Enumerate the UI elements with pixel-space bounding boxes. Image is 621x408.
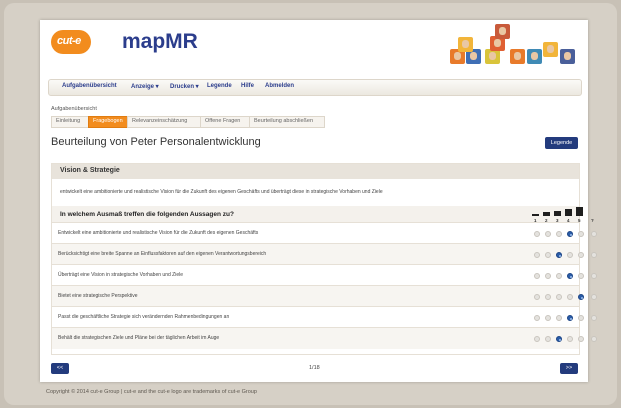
- rating-radio-2[interactable]: [545, 294, 551, 300]
- section-description: entwickelt eine ambitionierte und realis…: [60, 189, 383, 195]
- statement-text: Passt die geschäftliche Strategie sich v…: [58, 314, 230, 320]
- rating-radio-5[interactable]: [578, 273, 584, 279]
- statement-text: Berücksichtigt eine breite Spanne an Ein…: [58, 251, 267, 257]
- app-title: mapMR: [122, 30, 198, 53]
- rating-radio-1[interactable]: [534, 336, 540, 342]
- next-page-button[interactable]: >>: [560, 363, 578, 374]
- statement-text: Behält die strategischen Ziele und Pläne…: [58, 335, 220, 341]
- main-nav: Aufgabenübersicht Anzeige ▾ Drucken ▾ Le…: [48, 79, 582, 96]
- step-relevanzeinschaetzung[interactable]: Relevanzeinschätzung: [127, 116, 201, 128]
- statement-text: Entwickelt eine ambitionierte und realis…: [58, 230, 259, 236]
- step-beurteilung-abschliessen[interactable]: Beurteilung abschließen: [249, 116, 325, 128]
- cube-icon: [543, 42, 558, 57]
- cube-icon: [485, 49, 500, 64]
- rating-radio-3[interactable]: [556, 273, 562, 279]
- nav-hilfe[interactable]: Hilfe: [241, 83, 254, 89]
- logo-text: cut-e: [57, 35, 81, 47]
- cube-icon: [495, 24, 510, 39]
- rating-radio-5[interactable]: [578, 315, 584, 321]
- rating-radio-5[interactable]: [578, 231, 584, 237]
- section-header: Vision & Strategie: [52, 164, 579, 179]
- rating-radio-3[interactable]: [556, 336, 562, 342]
- scale-label: ?: [591, 218, 594, 223]
- rating-radio-unknown[interactable]: [591, 252, 597, 258]
- rating-radio-2[interactable]: [545, 315, 551, 321]
- rating-radio-unknown[interactable]: [591, 231, 597, 237]
- question-row: Entwickelt eine ambitionierte und realis…: [52, 222, 597, 244]
- rating-radio-unknown[interactable]: [591, 336, 597, 342]
- rating-radio-unknown[interactable]: [591, 273, 597, 279]
- rating-radio-4[interactable]: [567, 336, 573, 342]
- cube-icon: [560, 49, 575, 64]
- question-header: In welchem Ausmaß treffen die folgenden …: [52, 206, 594, 223]
- rating-radio-1[interactable]: [534, 315, 540, 321]
- nav-aufgabenuebersicht[interactable]: Aufgabenübersicht: [62, 83, 117, 89]
- header: cut-e mapMR: [40, 20, 588, 75]
- main-page: cut-e mapMR Aufgabenübersicht Anzeige ▾ …: [40, 20, 597, 382]
- rating-radio-5[interactable]: [578, 294, 584, 300]
- rating-radio-1[interactable]: [534, 252, 540, 258]
- rating-radio-5[interactable]: [578, 252, 584, 258]
- nav-abmelden[interactable]: Abmelden: [265, 83, 294, 89]
- nav-legende[interactable]: Legende: [207, 83, 232, 89]
- rating-radio-2[interactable]: [545, 231, 551, 237]
- rating-radio-4[interactable]: [567, 252, 573, 258]
- rating-radio-4[interactable]: [567, 294, 573, 300]
- rating-radio-3[interactable]: [556, 315, 562, 321]
- page-title: Beurteilung von Peter Personalentwicklun…: [51, 136, 261, 148]
- question-row: Überträgt eine Vision in strategische Vo…: [52, 264, 597, 286]
- rating-radio-3[interactable]: [556, 231, 562, 237]
- cube-icon: [458, 37, 473, 52]
- question-text: In welchem Ausmaß treffen die folgenden …: [60, 211, 234, 218]
- rating-radio-4[interactable]: [567, 315, 573, 321]
- step-einleitung[interactable]: Einleitung: [51, 116, 89, 128]
- rating-radio-1[interactable]: [534, 294, 540, 300]
- rating-radio-2[interactable]: [545, 273, 551, 279]
- rating-radio-4[interactable]: [567, 231, 573, 237]
- legend-button[interactable]: Legende: [545, 137, 578, 149]
- rating-radio-2[interactable]: [545, 336, 551, 342]
- step-fragebogen[interactable]: Fragebogen: [88, 116, 128, 128]
- prev-page-button[interactable]: <<: [51, 363, 69, 374]
- rating-radio-5[interactable]: [578, 336, 584, 342]
- step-offene-fragen[interactable]: Offene Fragen: [200, 116, 250, 128]
- section-title: Vision & Strategie: [60, 167, 120, 174]
- rating-radio-3[interactable]: [556, 252, 562, 258]
- question-row: Passt die geschäftliche Strategie sich v…: [52, 306, 597, 328]
- rating-radio-1[interactable]: [534, 273, 540, 279]
- rating-radio-unknown[interactable]: [591, 315, 597, 321]
- question-panel: Vision & Strategie entwickelt eine ambit…: [51, 163, 597, 355]
- rating-radio-4[interactable]: [567, 273, 573, 279]
- rating-radio-unknown[interactable]: [591, 294, 597, 300]
- pagination: << 1/18 >>: [51, 363, 578, 375]
- page-counter: 1/18: [309, 365, 320, 371]
- question-row: Bietet eine strategische Perspektive: [52, 285, 597, 307]
- cube-icon: [510, 49, 525, 64]
- question-row: Behält die strategischen Ziele und Pläne…: [52, 327, 597, 349]
- rating-radio-2[interactable]: [545, 252, 551, 258]
- rating-radio-3[interactable]: [556, 294, 562, 300]
- cute-logo: cut-e: [51, 30, 91, 54]
- nav-anzeige-dropdown[interactable]: Anzeige ▾: [131, 83, 159, 90]
- copyright-footer: Copyright © 2014 cut-e Group | cut-e and…: [46, 389, 257, 395]
- statement-text: Bietet eine strategische Perspektive: [58, 293, 138, 299]
- statement-text: Überträgt eine Vision in strategische Vo…: [58, 272, 183, 278]
- cube-icon: [527, 49, 542, 64]
- nav-drucken-dropdown[interactable]: Drucken ▾: [170, 83, 199, 90]
- breadcrumb[interactable]: Aufgabenübersicht: [51, 106, 97, 112]
- rating-radio-1[interactable]: [534, 231, 540, 237]
- question-row: Berücksichtigt eine breite Spanne an Ein…: [52, 243, 597, 265]
